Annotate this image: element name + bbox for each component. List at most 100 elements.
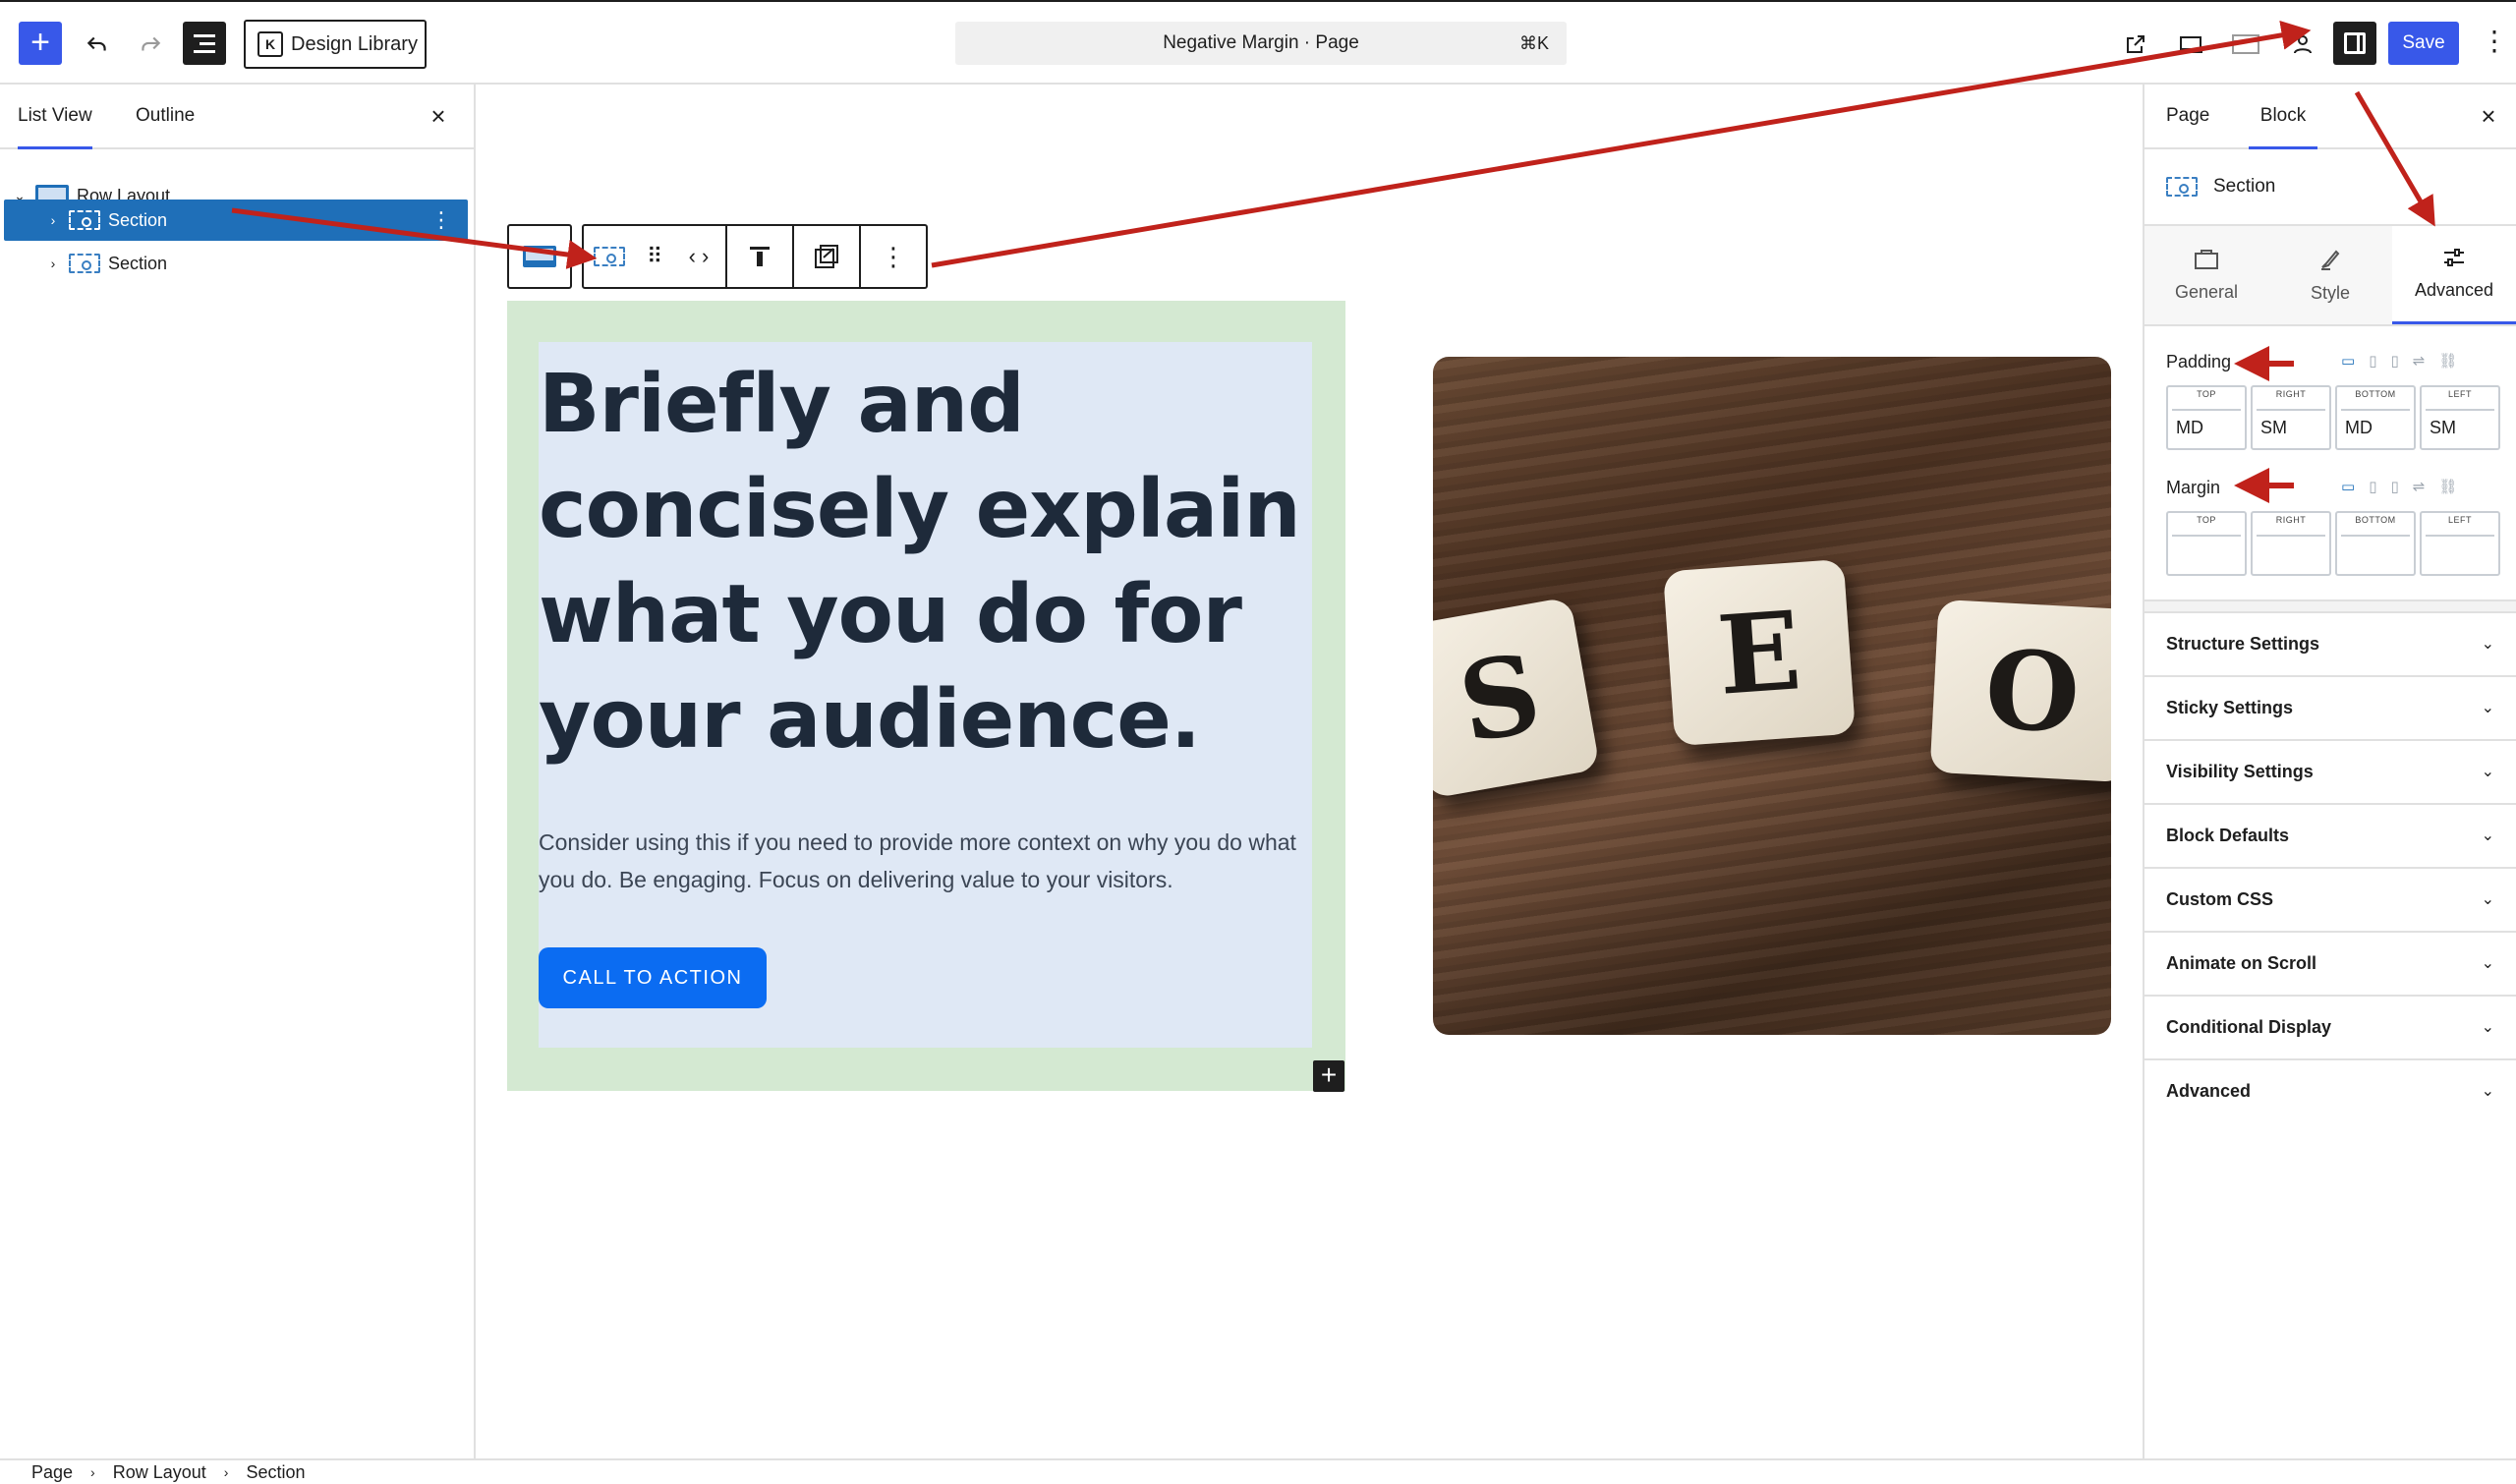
add-block-button[interactable]: + <box>1313 1060 1344 1092</box>
tab-outline[interactable]: Outline <box>136 85 195 149</box>
view-page-button[interactable] <box>2115 24 2156 65</box>
redo-button[interactable] <box>130 24 171 65</box>
padding-top-field[interactable]: TOP MD <box>2166 385 2247 450</box>
desktop-icon <box>2179 36 2202 53</box>
chevron-down-icon: ⌄ <box>2481 700 2494 716</box>
device-preview-button[interactable] <box>2170 24 2211 65</box>
desktop-icon[interactable]: ▭ <box>2341 478 2355 495</box>
panel-visibility-settings[interactable]: Visibility Settings ⌄ <box>2144 739 2516 803</box>
seo-tiles-image[interactable]: S E O <box>1433 357 2111 1035</box>
margin-left-field[interactable]: LEFT <box>2420 511 2500 576</box>
block-type-button[interactable] <box>582 224 637 289</box>
options-menu-button[interactable]: ⋮ <box>2481 24 2508 65</box>
link-values-icon[interactable]: ⛓ <box>2438 478 2457 495</box>
page-headline[interactable]: Briefly and concisely explain what you d… <box>539 352 1312 772</box>
margin-right-field[interactable]: RIGHT <box>2251 511 2331 576</box>
close-icon[interactable]: × <box>2475 102 2502 130</box>
editor-topbar: + K Design Library Negative Margin · Pag… <box>0 0 2516 85</box>
breadcrumb-row-layout[interactable]: Row Layout <box>113 1462 206 1483</box>
chevron-down-icon: ⌄ <box>2481 828 2494 844</box>
custom-units-icon[interactable]: ⇌ <box>2413 352 2426 370</box>
panel-structure-settings[interactable]: Structure Settings ⌄ <box>2144 611 2516 675</box>
chevron-right-icon[interactable]: › <box>43 256 63 271</box>
section-inner[interactable]: Briefly and concisely explain what you d… <box>539 342 1312 1048</box>
panel-conditional-display[interactable]: Conditional Display ⌄ <box>2144 995 2516 1058</box>
chevron-left-right-icon: ‹ › <box>688 244 710 268</box>
redo-icon <box>142 36 161 51</box>
list-item-section-selected[interactable]: › Section ⋮ <box>4 200 468 241</box>
call-to-action-button[interactable]: CALL TO ACTION <box>539 947 767 1008</box>
panel-sticky-settings[interactable]: Sticky Settings ⌄ <box>2144 675 2516 739</box>
padding-right-field[interactable]: RIGHT SM <box>2251 385 2331 450</box>
margin-top-field[interactable]: TOP <box>2166 511 2247 576</box>
block-options-button[interactable]: ⋮ <box>859 224 928 289</box>
document-title-bar[interactable]: Negative Margin · Page ⌘K <box>955 22 1567 65</box>
block-breadcrumb: Page › Row Layout › Section <box>0 1458 2516 1484</box>
list-view-icon <box>194 33 215 37</box>
row-layout-icon <box>523 246 556 267</box>
undo-icon <box>86 36 106 51</box>
block-card-title: Section <box>2213 176 2276 197</box>
panel-block-defaults[interactable]: Block Defaults ⌄ <box>2144 803 2516 867</box>
block-inserter-button[interactable]: + <box>19 22 62 65</box>
block-options-icon[interactable]: ⋮ <box>430 207 452 233</box>
inspector-tabs: General Style Advanced <box>2144 226 2516 326</box>
tile-s: S <box>1433 597 1601 799</box>
tab-page[interactable]: Page <box>2166 85 2209 149</box>
align-top-button[interactable] <box>725 224 794 289</box>
custom-units-icon[interactable]: ⇌ <box>2413 478 2426 495</box>
link-values-icon[interactable]: ⛓ <box>2438 352 2457 370</box>
desktop-icon[interactable]: ▭ <box>2341 352 2355 370</box>
chevron-right-icon[interactable]: › <box>43 212 63 228</box>
drag-icon: ⠿ <box>646 244 662 268</box>
tab-advanced[interactable]: Advanced <box>2392 226 2516 324</box>
tab-block[interactable]: Block <box>2249 85 2317 149</box>
tab-list-view[interactable]: List View <box>18 85 92 149</box>
block-card: Section <box>2144 149 2516 226</box>
chevron-down-icon: ⌄ <box>2481 955 2494 972</box>
save-button[interactable]: Save <box>2388 22 2459 65</box>
tab-style[interactable]: Style <box>2268 226 2392 324</box>
padding-bottom-field[interactable]: BOTTOM MD <box>2335 385 2416 450</box>
undo-button[interactable] <box>77 24 118 65</box>
document-title: Negative Margin · Page <box>1163 32 1359 53</box>
tablet-icon[interactable]: ▯ <box>2369 352 2376 370</box>
select-parent-button[interactable] <box>507 224 572 289</box>
chevron-down-icon: ⌄ <box>2481 636 2494 653</box>
chevron-down-icon: ⌄ <box>2481 1019 2494 1036</box>
breadcrumb-page[interactable]: Page <box>31 1462 73 1483</box>
kadence-controls-button[interactable] <box>2225 24 2266 65</box>
mobile-icon[interactable]: ▯ <box>2390 352 2398 370</box>
margin-label: Margin <box>2166 478 2221 497</box>
chevron-down-icon: ⌄ <box>2481 1083 2494 1100</box>
drag-handle[interactable]: ⠿ <box>635 224 674 289</box>
panel-advanced[interactable]: Advanced ⌄ <box>2144 1058 2516 1122</box>
style-icon <box>2321 250 2340 270</box>
margin-bottom-field[interactable]: BOTTOM <box>2335 511 2416 576</box>
panel-animate-on-scroll[interactable]: Animate on Scroll ⌄ <box>2144 931 2516 995</box>
move-block-buttons[interactable]: ‹ › <box>672 224 727 289</box>
list-item-label: Section <box>108 209 168 230</box>
intro-paragraph[interactable]: Consider using this if you need to provi… <box>539 824 1312 898</box>
chevron-right-icon: › <box>223 1464 229 1480</box>
close-icon[interactable]: × <box>425 102 452 130</box>
list-item-section[interactable]: › Section <box>0 243 468 284</box>
breadcrumb-section: Section <box>246 1461 306 1482</box>
chevron-right-icon: › <box>90 1464 95 1480</box>
panel-custom-css[interactable]: Custom CSS ⌄ <box>2144 867 2516 931</box>
padding-controls: TOP MD RIGHT SM BOTTOM MD LEFT SM <box>2166 385 2500 450</box>
mobile-icon[interactable]: ▯ <box>2390 478 2398 495</box>
replace-block-button[interactable] <box>792 224 861 289</box>
design-library-button[interactable]: K Design Library <box>244 20 427 69</box>
settings-sidebar-toggle[interactable] <box>2333 22 2376 65</box>
overview-tabs: List View Outline × <box>0 85 474 149</box>
document-overview-button[interactable] <box>183 22 226 65</box>
account-button[interactable] <box>2282 24 2323 65</box>
tab-general[interactable]: General <box>2144 226 2268 324</box>
margin-device-toggles: ▭ ▯ ▯ ⇌ ⛓ <box>2341 478 2457 495</box>
tablet-icon[interactable]: ▯ <box>2369 478 2376 495</box>
section-icon <box>69 210 100 230</box>
padding-left-field[interactable]: LEFT SM <box>2420 385 2500 450</box>
copy-style-icon <box>815 245 838 268</box>
section-block[interactable]: Briefly and concisely explain what you d… <box>507 301 1345 1091</box>
